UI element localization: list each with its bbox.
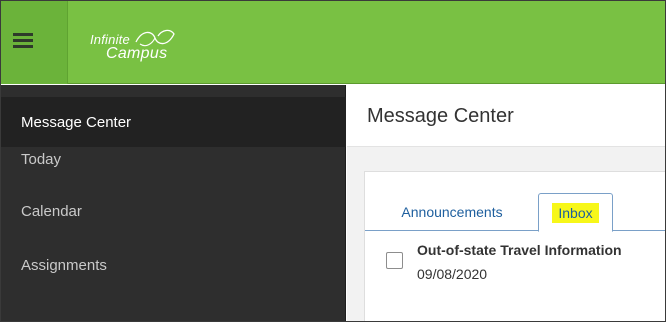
sidebar: Message Center Today Calendar Assignment… — [0, 85, 346, 322]
hamburger-icon[interactable] — [13, 33, 33, 49]
message-checkbox[interactable] — [386, 252, 403, 269]
tab-bar: Announcements Inbox — [365, 193, 666, 232]
page-title: Message Center — [367, 105, 514, 127]
sidebar-item-calendar[interactable]: Calendar — [0, 199, 346, 239]
tab-label: Announcements — [401, 204, 503, 220]
logo-line-2: Campus — [106, 45, 168, 62]
tab-inbox[interactable]: Inbox — [538, 193, 613, 232]
top-bar: Infinite Campus — [0, 0, 666, 84]
sidebar-item-assignments[interactable]: Assignments — [0, 252, 346, 292]
infinite-campus-logo[interactable]: Infinite Campus — [88, 22, 208, 66]
sidebar-item-label: Today — [21, 151, 62, 168]
message-card: Announcements Inbox Out-of-state Travel … — [364, 171, 666, 322]
sidebar-item-label: Assignments — [21, 257, 107, 274]
sidebar-item-today[interactable]: Today — [0, 147, 346, 187]
message-title[interactable]: Out-of-state Travel Information — [417, 242, 622, 258]
app-window: Infinite Campus Message Center Today Cal… — [0, 0, 666, 322]
page-header: Message Center — [347, 85, 666, 147]
menu-area — [0, 0, 68, 84]
main-content: Message Center Announcements Inbox Out-o… — [347, 85, 666, 322]
sidebar-item-label: Calendar — [21, 203, 82, 220]
list-item[interactable]: Out-of-state Travel Information 09/08/20… — [365, 232, 666, 322]
message-date: 09/08/2020 — [417, 266, 488, 282]
tab-label: Inbox — [552, 202, 599, 223]
tab-announcements[interactable]: Announcements — [383, 193, 521, 231]
sidebar-item-label: Message Center — [21, 113, 132, 131]
sidebar-item-message-center[interactable]: Message Center — [0, 97, 346, 147]
